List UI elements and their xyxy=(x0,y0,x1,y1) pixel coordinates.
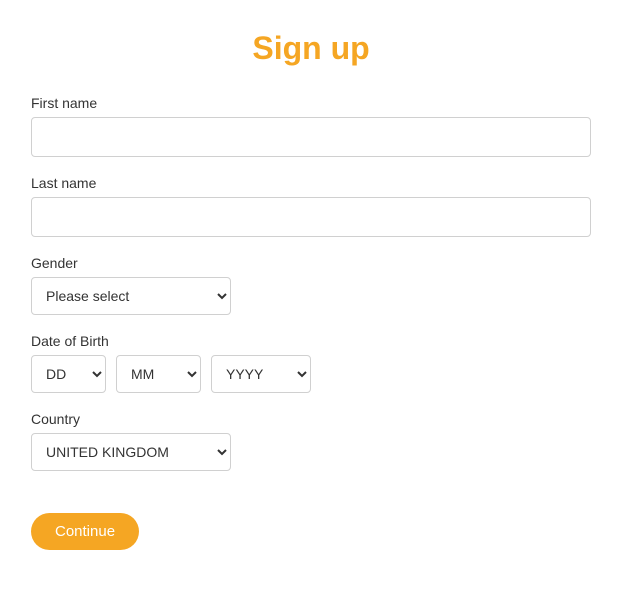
country-label: Country xyxy=(31,411,591,427)
dob-label: Date of Birth xyxy=(31,333,591,349)
gender-select[interactable]: Please selectMaleFemaleOtherPrefer not t… xyxy=(31,277,231,315)
dob-year-select[interactable]: YYYY202620252024202320222021202020192018… xyxy=(211,355,311,393)
first-name-input[interactable] xyxy=(31,117,591,157)
first-name-label: First name xyxy=(31,95,591,111)
gender-label: Gender xyxy=(31,255,591,271)
dob-month-select[interactable]: MM010203040506070809101112 xyxy=(116,355,201,393)
last-name-group: Last name xyxy=(31,175,591,237)
continue-button[interactable]: Continue xyxy=(31,513,139,550)
dob-row: DD01020304050607080910111213141516171819… xyxy=(31,355,591,393)
page-title: Sign up xyxy=(31,30,591,67)
dob-group: Date of Birth DD010203040506070809101112… xyxy=(31,333,591,393)
country-group: Country UNITED KINGDOMUNITED STATESCANAD… xyxy=(31,411,591,471)
country-select[interactable]: UNITED KINGDOMUNITED STATESCANADAAUSTRAL… xyxy=(31,433,231,471)
first-name-group: First name xyxy=(31,95,591,157)
last-name-input[interactable] xyxy=(31,197,591,237)
last-name-label: Last name xyxy=(31,175,591,191)
signup-form-container: Sign up First name Last name Gender Plea… xyxy=(11,0,611,590)
dob-day-select[interactable]: DD01020304050607080910111213141516171819… xyxy=(31,355,106,393)
gender-group: Gender Please selectMaleFemaleOtherPrefe… xyxy=(31,255,591,315)
